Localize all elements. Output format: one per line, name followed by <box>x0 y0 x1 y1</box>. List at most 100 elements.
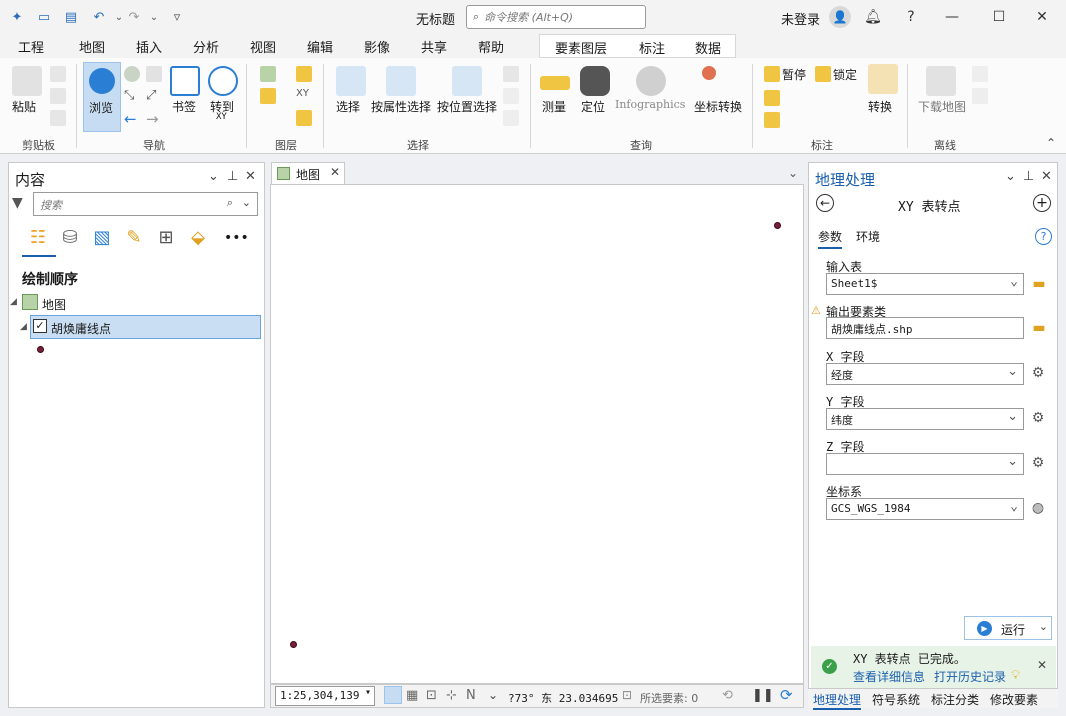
help-icon[interactable]: ? <box>901 7 921 27</box>
table-toggle-icon[interactable]: ▦ <box>406 688 418 703</box>
undo-icon[interactable]: ↶ <box>90 8 108 26</box>
locate-button[interactable]: 定位 <box>581 98 605 115</box>
expand-arrow-icon[interactable]: ◢ <box>10 297 17 307</box>
close-icon[interactable]: ✕ <box>1032 7 1052 27</box>
map-point[interactable] <box>290 641 297 648</box>
maximize-icon[interactable]: ☐ <box>989 7 1009 27</box>
select-by-location-button[interactable]: 按位置选择 <box>437 98 497 115</box>
gear-icon[interactable]: ⚙ <box>1029 364 1047 382</box>
select-by-attributes-button[interactable]: 按属性选择 <box>371 98 431 115</box>
pin-icon[interactable]: ⊥ <box>227 169 238 184</box>
back-icon[interactable]: ← <box>816 194 834 212</box>
more-options-icon[interactable]: ••• <box>224 226 249 250</box>
fixed-zoom-in-icon[interactable]: ⤡ <box>124 88 140 104</box>
zoom-to-selection-icon[interactable] <box>503 110 519 126</box>
refresh-icon[interactable]: ⟳ <box>780 686 793 704</box>
avatar[interactable]: 👤 <box>829 6 851 28</box>
notification-bell-icon[interactable]: 🔔︎ <box>863 7 883 27</box>
fixed-zoom-out-icon[interactable]: ⤢ <box>146 88 162 104</box>
command-search-input[interactable]: ⌕ 命令搜索 (Alt+Q) <box>466 5 646 29</box>
tab-insert[interactable]: 插入 <box>136 37 162 56</box>
folder-icon[interactable]: ▬ <box>1030 319 1048 337</box>
download-map-button[interactable]: 下载地图 <box>918 98 966 115</box>
remove-offline-icon[interactable] <box>972 88 988 104</box>
customize-qat-icon[interactable]: ▿ <box>168 8 186 26</box>
list-by-snapping-icon[interactable]: ⊞ <box>154 226 178 250</box>
copy-path-icon[interactable] <box>50 110 66 126</box>
add-data-icon[interactable] <box>260 88 276 104</box>
add-icon[interactable]: + <box>1033 194 1051 212</box>
chevron-down-icon[interactable]: ⌄ <box>1039 620 1048 633</box>
tab-imagery[interactable]: 影像 <box>364 37 390 56</box>
run-button[interactable]: ▶ 运行 ⌄ <box>964 616 1052 640</box>
infographics-button[interactable]: Infographics <box>615 98 685 111</box>
save-icon[interactable]: ▤ <box>62 8 80 26</box>
minimize-icon[interactable]: — <box>942 7 962 27</box>
copy-icon[interactable] <box>50 88 66 104</box>
tab-label-class[interactable]: 标注分类 <box>931 691 979 708</box>
tab-map[interactable]: 地图 <box>79 37 106 60</box>
collapse-ribbon-icon[interactable]: ⌃ <box>1046 136 1056 150</box>
tab-data[interactable]: 数据 <box>695 38 721 57</box>
refresh-selection-icon[interactable]: ⟲ <box>722 688 733 703</box>
gear-icon[interactable]: ⚙ <box>1029 409 1047 427</box>
convert-button[interactable]: 转换 <box>868 98 892 115</box>
output-field[interactable]: 胡焕庸线点.shp <box>826 317 1024 339</box>
list-by-selection-icon[interactable]: ▧ <box>90 226 114 250</box>
redo-dropdown-icon[interactable]: ⌄ <box>145 8 163 26</box>
north-arrow-icon[interactable]: N <box>466 688 476 703</box>
tab-analysis[interactable]: 分析 <box>193 37 219 56</box>
close-pane-icon[interactable]: ✕ <box>245 169 256 184</box>
login-status[interactable]: 未登录 <box>781 9 820 28</box>
chevron-down-icon[interactable]: ⌄ <box>488 688 498 702</box>
list-by-source-icon[interactable]: ⛁ <box>58 226 82 250</box>
scale-selector[interactable]: 1:25,304,139 ▾ <box>275 686 375 706</box>
tab-project[interactable]: 工程 <box>18 37 44 56</box>
view-details-link[interactable]: 查看详细信息 <box>853 668 925 685</box>
add-preset-icon[interactable] <box>296 66 312 82</box>
list-by-labeling-icon[interactable]: ⬙ <box>186 226 210 250</box>
full-extent-icon[interactable] <box>124 66 140 82</box>
view-unplaced-icon[interactable] <box>764 90 780 106</box>
map-canvas[interactable] <box>270 184 804 684</box>
z-field-select[interactable] <box>826 453 1024 475</box>
redo-icon[interactable]: ↷ <box>125 8 143 26</box>
tab-list-icon[interactable]: ⌄ <box>788 166 798 180</box>
xy-icon[interactable]: XY <box>296 88 312 104</box>
bookmark-button[interactable]: 书签 <box>172 98 196 115</box>
coordinate-convert-button[interactable]: 坐标转换 <box>694 98 742 115</box>
tab-feature-layer[interactable]: 要素图层 <box>555 38 607 57</box>
snap-icon[interactable]: ⊡ <box>426 688 437 703</box>
close-pane-icon[interactable]: ✕ <box>1041 169 1052 184</box>
clear-selection-icon[interactable] <box>503 88 519 104</box>
layer-visibility-checkbox[interactable]: ✓ <box>33 319 47 333</box>
more-label-icon[interactable] <box>764 112 780 128</box>
cut-icon[interactable] <box>50 66 66 82</box>
coordinate-system-select[interactable]: GCS_WGS_1984 <box>826 498 1024 520</box>
layer-name[interactable]: 胡焕庸线点 <box>51 320 111 337</box>
folder-icon[interactable]: ▬ <box>1030 275 1048 293</box>
y-field-select[interactable]: 纬度 <box>826 408 1024 430</box>
pane-menu-icon[interactable]: ⌄ <box>1005 169 1016 184</box>
pin-icon[interactable]: ⊥ <box>1023 169 1034 184</box>
list-by-drawing-order-icon[interactable]: ☷ <box>26 226 50 250</box>
tab-modify-features[interactable]: 修改要素 <box>990 691 1038 708</box>
tab-environments[interactable]: 环境 <box>856 228 880 245</box>
close-tab-icon[interactable]: ✕ <box>330 165 340 179</box>
pause-drawing-icon[interactable]: ❚❚ <box>752 688 774 703</box>
paste-button[interactable]: 粘贴 <box>12 98 36 115</box>
tab-view[interactable]: 视图 <box>250 37 276 56</box>
add-graphics-icon[interactable] <box>296 110 312 126</box>
ruler-icon[interactable]: ⊹ <box>446 688 457 703</box>
list-by-editing-icon[interactable]: ✎ <box>122 226 146 250</box>
close-banner-icon[interactable]: ✕ <box>1037 658 1047 672</box>
tab-map-view[interactable]: 地图 ✕ <box>271 162 345 184</box>
gear-icon[interactable]: ⚙ <box>1029 454 1047 472</box>
tab-labeling[interactable]: 标注 <box>639 38 665 57</box>
browse-button[interactable]: 浏览 <box>83 62 121 132</box>
new-project-icon[interactable]: ✦ <box>8 8 26 26</box>
select-button[interactable]: 选择 <box>336 98 360 115</box>
open-folder-icon[interactable]: ▭ <box>35 8 53 26</box>
next-extent-icon[interactable]: → <box>146 110 162 128</box>
expand-arrow-icon[interactable]: ◢ <box>20 322 27 332</box>
